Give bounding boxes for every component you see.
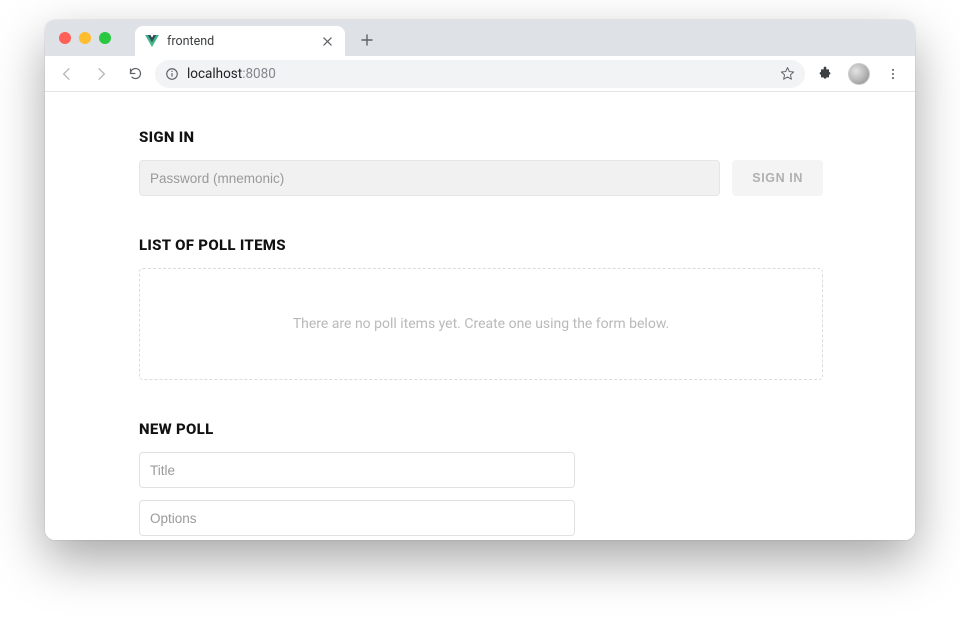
kebab-icon [886, 67, 900, 81]
plus-icon [361, 34, 373, 46]
site-info-icon[interactable] [165, 67, 179, 81]
reload-icon [128, 66, 143, 81]
password-input[interactable] [139, 160, 720, 196]
star-icon [780, 66, 795, 81]
browser-toolbar: localhost:8080 [45, 56, 915, 92]
profile-button[interactable] [845, 60, 873, 88]
tab-title: frontend [167, 34, 214, 49]
puzzle-icon [817, 66, 833, 82]
browser-tab[interactable]: frontend [135, 26, 345, 56]
content-container: SIGN IN SIGN IN LIST OF POLL ITEMS There… [139, 128, 823, 540]
close-icon [323, 37, 332, 46]
bookmark-button[interactable] [780, 66, 795, 81]
new-poll-form [139, 452, 575, 536]
page-content: SIGN IN SIGN IN LIST OF POLL ITEMS There… [45, 92, 915, 540]
back-button[interactable] [53, 60, 81, 88]
poll-options-input[interactable] [139, 500, 575, 536]
tab-strip: frontend [45, 20, 915, 56]
window-zoom-button[interactable] [99, 32, 111, 44]
signin-heading: SIGN IN [139, 128, 823, 146]
menu-button[interactable] [879, 60, 907, 88]
poll-list-empty: There are no poll items yet. Create one … [139, 268, 823, 380]
tab-close-button[interactable] [319, 33, 335, 49]
forward-button[interactable] [87, 60, 115, 88]
vue-favicon-icon [145, 35, 159, 47]
signin-form: SIGN IN [139, 160, 823, 196]
reload-button[interactable] [121, 60, 149, 88]
window-controls [55, 20, 117, 56]
address-bar[interactable]: localhost:8080 [155, 60, 805, 88]
poll-list-empty-message: There are no poll items yet. Create one … [293, 316, 669, 332]
signin-button[interactable]: SIGN IN [732, 160, 823, 196]
browser-window: frontend localhost:8080 [45, 20, 915, 540]
poll-title-input[interactable] [139, 452, 575, 488]
avatar-icon [848, 63, 870, 85]
window-close-button[interactable] [59, 32, 71, 44]
arrow-left-icon [59, 66, 75, 82]
url-port: :8080 [242, 66, 276, 82]
new-tab-button[interactable] [353, 26, 381, 54]
window-minimize-button[interactable] [79, 32, 91, 44]
poll-list-heading: LIST OF POLL ITEMS [139, 236, 823, 254]
url-text: localhost:8080 [187, 66, 276, 82]
extensions-button[interactable] [811, 60, 839, 88]
arrow-right-icon [93, 66, 109, 82]
new-poll-heading: NEW POLL [139, 420, 823, 438]
url-host: localhost [187, 66, 242, 82]
